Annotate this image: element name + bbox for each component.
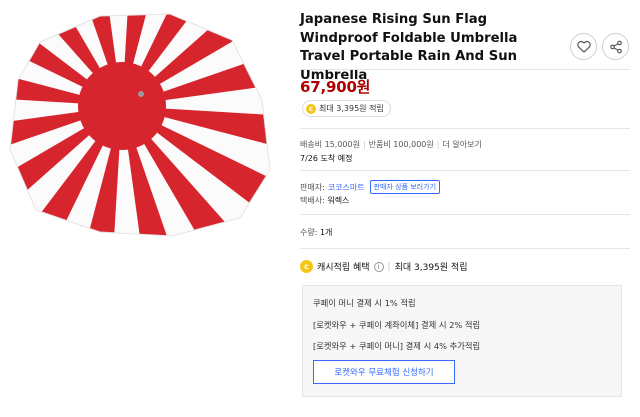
benefit-line: [로켓와우 + 쿠페이 머니] 결제 시 4% 추가적립 — [313, 341, 481, 351]
courier-name: 워렉스 — [327, 196, 350, 205]
rocket-wow-trial-button[interactable]: 로켓와우 무료체험 신청하기 — [313, 360, 455, 384]
reward-badge-text: 최대 3,395원 적립 — [319, 104, 384, 113]
shipping-fee: 배송비 15,000원 — [300, 140, 360, 149]
cash-reward-max: 최대 3,395원 적립 — [394, 263, 468, 273]
view-seller-products-button[interactable]: 판매자 상품 보러가기 — [369, 180, 441, 194]
umbrella-tip — [138, 91, 144, 97]
courier-row: 택배사: 워렉스 — [300, 195, 349, 206]
coin-icon: c — [306, 103, 316, 114]
heart-icon — [576, 40, 591, 53]
product-image[interactable] — [0, 0, 292, 417]
quantity-label: 수량: — [300, 228, 318, 237]
separator: | — [387, 261, 391, 272]
arrival-date: 7/26 도착 예정 — [300, 154, 353, 163]
coin-icon: c — [300, 260, 313, 273]
divider — [300, 170, 630, 171]
share-button[interactable] — [602, 33, 629, 60]
sun-disc — [78, 62, 166, 150]
favorite-button[interactable] — [570, 33, 597, 60]
divider — [300, 248, 630, 249]
product-price: 67,900원 — [300, 78, 371, 96]
cash-reward-label: 캐시적립 혜택 — [317, 263, 370, 273]
seller-row: 판매자: 코코스마트 판매자 상품 보러가기 — [300, 180, 441, 194]
share-icon — [609, 40, 622, 53]
divider — [300, 69, 630, 70]
benefit-line: 쿠페이 머니 결제 시 1% 적립 — [313, 298, 416, 308]
shipping-info: 배송비 15,000원 | 반품비 100,000원 | 더 알아보기 — [300, 140, 482, 149]
cash-reward-row: c 캐시적립 혜택 i | 최대 3,395원 적립 — [300, 260, 467, 273]
info-icon[interactable]: i — [373, 261, 384, 272]
divider — [300, 214, 630, 215]
seller-label: 판매자: — [300, 182, 325, 192]
courier-label: 택배사: — [300, 196, 325, 205]
product-info-panel: Japanese Rising Sun Flag Windproof Folda… — [300, 0, 640, 417]
reward-badge: c 최대 3,395원 적립 — [302, 100, 391, 117]
benefit-line: [로켓와우 + 쿠페이 계좌이체] 결제 시 2% 적립 — [313, 320, 481, 330]
seller-name-link[interactable]: 코코스마트 — [328, 182, 365, 193]
payment-benefits-box: 쿠페이 머니 결제 시 1% 적립 [로켓와우 + 쿠페이 계좌이체] 결제 시… — [302, 285, 622, 397]
return-fee: 반품비 100,000원 — [368, 140, 434, 149]
rising-sun-umbrella-image — [9, 13, 271, 237]
quantity-row: 수량: 1개 — [300, 227, 332, 238]
product-title: Japanese Rising Sun Flag Windproof Folda… — [300, 12, 518, 83]
quantity-value: 1개 — [319, 228, 333, 237]
divider — [300, 128, 630, 129]
learn-more-link[interactable]: 더 알아보기 — [442, 140, 481, 149]
